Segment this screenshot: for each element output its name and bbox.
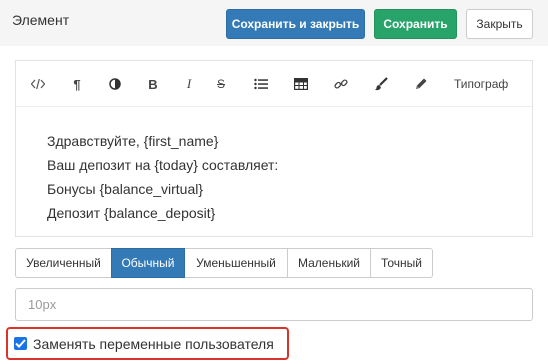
content-line: Ваш депозит на {today} составляет: (47, 157, 279, 173)
contrast-icon[interactable] (106, 75, 124, 93)
content-line: Здравствуйте, {first_name} (47, 133, 219, 149)
editor-content[interactable]: Здравствуйте, {first_name} Ваш депозит н… (47, 129, 278, 225)
content-line: Депозит {balance_deposit} (47, 205, 216, 221)
save-and-close-button[interactable]: Сохранить и закрыть (226, 9, 365, 39)
size-option-normal[interactable]: Обычный (111, 248, 185, 278)
dialog-title: Элемент (12, 12, 70, 28)
paragraph-icon[interactable]: ¶ (68, 75, 86, 93)
size-option-group: Увеличенный Обычный Уменьшенный Маленьки… (15, 248, 433, 278)
replace-vars-checkbox-row[interactable]: Заменять переменные пользователя (6, 327, 289, 360)
typograf-button[interactable]: Типограф (454, 75, 508, 93)
italic-icon[interactable]: I (180, 75, 198, 93)
size-option-exact[interactable]: Точный (370, 248, 433, 278)
replace-vars-label: Заменять переменные пользователя (33, 335, 274, 352)
strikethrough-icon[interactable]: S (212, 75, 230, 93)
size-option-enlarged[interactable]: Увеличенный (15, 248, 112, 278)
pencil-icon[interactable] (412, 75, 430, 93)
link-icon[interactable] (332, 75, 350, 93)
close-button[interactable]: Закрыть (466, 9, 533, 39)
checkmark-icon (15, 339, 26, 348)
replace-vars-checkbox[interactable] (14, 337, 27, 350)
size-option-reduced[interactable]: Уменьшенный (184, 248, 288, 278)
editor-toolbar: ¶ B I S Типограф (16, 61, 532, 107)
brush-icon[interactable] (372, 75, 390, 93)
content-line: Бонусы {balance_virtual} (47, 181, 204, 197)
bold-icon[interactable]: B (144, 75, 162, 93)
list-icon[interactable] (252, 75, 270, 93)
rich-text-editor: ¶ B I S Типограф Здравствуйте, {first_na… (15, 60, 533, 237)
code-view-icon[interactable] (29, 75, 47, 93)
save-button[interactable]: Сохранить (374, 9, 457, 39)
size-input[interactable]: 10px (15, 288, 533, 321)
size-option-small[interactable]: Маленький (287, 248, 371, 278)
table-icon[interactable] (292, 75, 310, 93)
dialog-header: Элемент Сохранить и закрыть Сохранить За… (0, 0, 548, 46)
